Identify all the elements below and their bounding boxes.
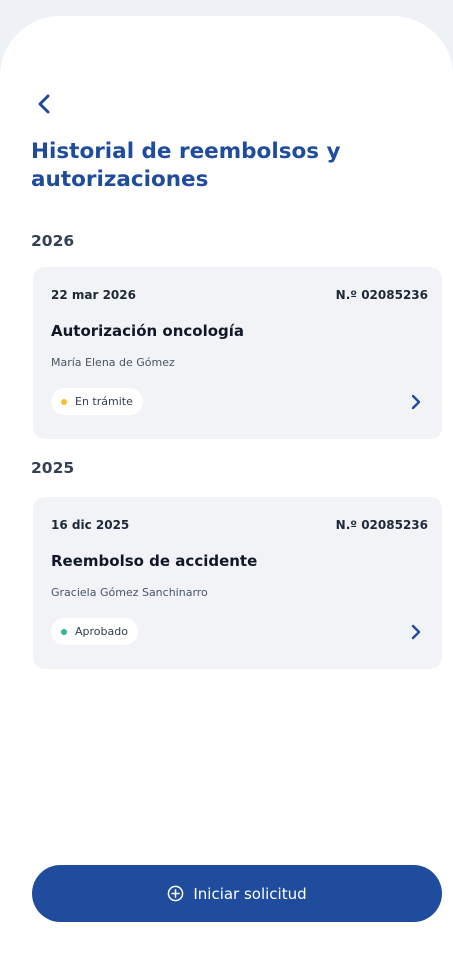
request-person: Graciela Gómez Sanchinarro — [51, 586, 208, 599]
status-label: En trámite — [75, 395, 133, 408]
status-badge: Aprobado — [51, 618, 138, 645]
request-date: 22 mar 2026 — [51, 288, 136, 302]
request-card[interactable]: 22 mar 2026 N.º 02085236 Autorización on… — [33, 267, 442, 439]
status-dot-icon — [61, 628, 67, 635]
chevron-right-icon[interactable] — [408, 393, 424, 411]
chevron-right-icon[interactable] — [408, 623, 424, 641]
request-person: María Elena de Gómez — [51, 356, 175, 369]
screen: Historial de reembolsos y autorizaciones… — [0, 16, 453, 956]
status-label: Aprobado — [75, 625, 128, 638]
back-button[interactable] — [30, 90, 58, 118]
year-heading-2025: 2025 — [31, 459, 75, 477]
page-title: Historial de reembolsos y autorizaciones — [31, 139, 341, 192]
request-date: 16 dic 2025 — [51, 518, 130, 532]
request-card[interactable]: 16 dic 2025 N.º 02085236 Reembolso de ac… — [33, 497, 442, 669]
status-badge: En trámite — [51, 388, 143, 415]
request-number: N.º 02085236 — [335, 518, 428, 532]
request-number: N.º 02085236 — [335, 288, 428, 302]
year-heading-2026: 2026 — [31, 232, 75, 250]
chevron-left-icon — [38, 94, 50, 114]
status-dot-icon — [61, 398, 67, 405]
start-request-button[interactable]: Iniciar solicitud — [32, 865, 442, 922]
request-title: Autorización oncología — [51, 322, 245, 340]
request-title: Reembolso de accidente — [51, 552, 258, 570]
plus-circle-icon — [168, 885, 184, 902]
start-request-label: Iniciar solicitud — [193, 884, 307, 903]
